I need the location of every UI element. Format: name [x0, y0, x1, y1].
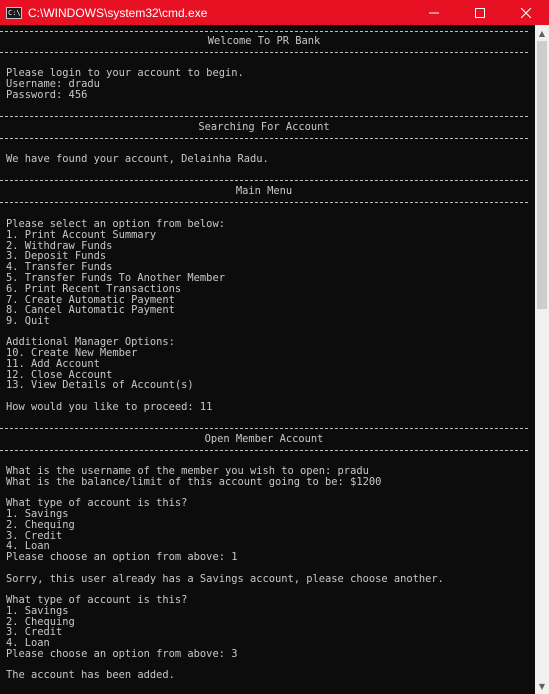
window-title: C:\WINDOWS\system32\cmd.exe	[28, 5, 208, 20]
section-header-welcome: Welcome To PR Bank	[207, 35, 321, 47]
choose-option-line: Please choose an option from above: 3	[6, 648, 238, 660]
separator	[0, 180, 528, 181]
close-icon	[521, 7, 531, 18]
scroll-down-arrow-icon[interactable]: ▼	[535, 679, 549, 693]
separator	[0, 116, 528, 117]
choose-option-line: Please choose an option from above: 1	[6, 551, 238, 563]
separator	[0, 450, 528, 451]
vertical-scrollbar[interactable]: ▲ ▼	[535, 25, 549, 694]
minimize-button[interactable]	[411, 0, 457, 25]
manager-option: 13. View Details of Account(s)	[6, 379, 194, 391]
separator	[0, 31, 528, 32]
section-header-searching: Searching For Account	[198, 121, 330, 133]
title-bar[interactable]: C:\ C:\WINDOWS\system32\cmd.exe	[0, 0, 549, 25]
maximize-button[interactable]	[457, 0, 503, 25]
account-added-message: The account has been added.	[6, 669, 175, 681]
proceed-line: How would you like to proceed: 11	[6, 401, 213, 413]
separator	[0, 52, 528, 53]
password-line: Password: 456	[6, 89, 88, 101]
console-output[interactable]: Welcome To PR Bank Please login to your …	[0, 25, 535, 694]
section-header-main-menu: Main Menu	[235, 185, 293, 197]
section-header-open-member: Open Member Account	[204, 433, 324, 445]
cmd-icon: C:\	[6, 6, 22, 19]
error-message: Sorry, this user already has a Savings a…	[6, 573, 444, 585]
scroll-up-arrow-icon[interactable]: ▲	[535, 26, 549, 40]
separator	[0, 138, 528, 139]
minimize-icon	[429, 12, 439, 13]
scrollbar-thumb[interactable]	[537, 41, 547, 309]
separator	[0, 428, 528, 429]
maximize-icon	[475, 7, 485, 18]
balance-question: What is the balance/limit of this accoun…	[6, 476, 382, 488]
separator	[0, 202, 528, 203]
menu-option: 9. Quit	[6, 315, 50, 327]
found-account-line: We have found your account, Delainha Rad…	[6, 153, 269, 165]
close-button[interactable]	[503, 0, 549, 25]
